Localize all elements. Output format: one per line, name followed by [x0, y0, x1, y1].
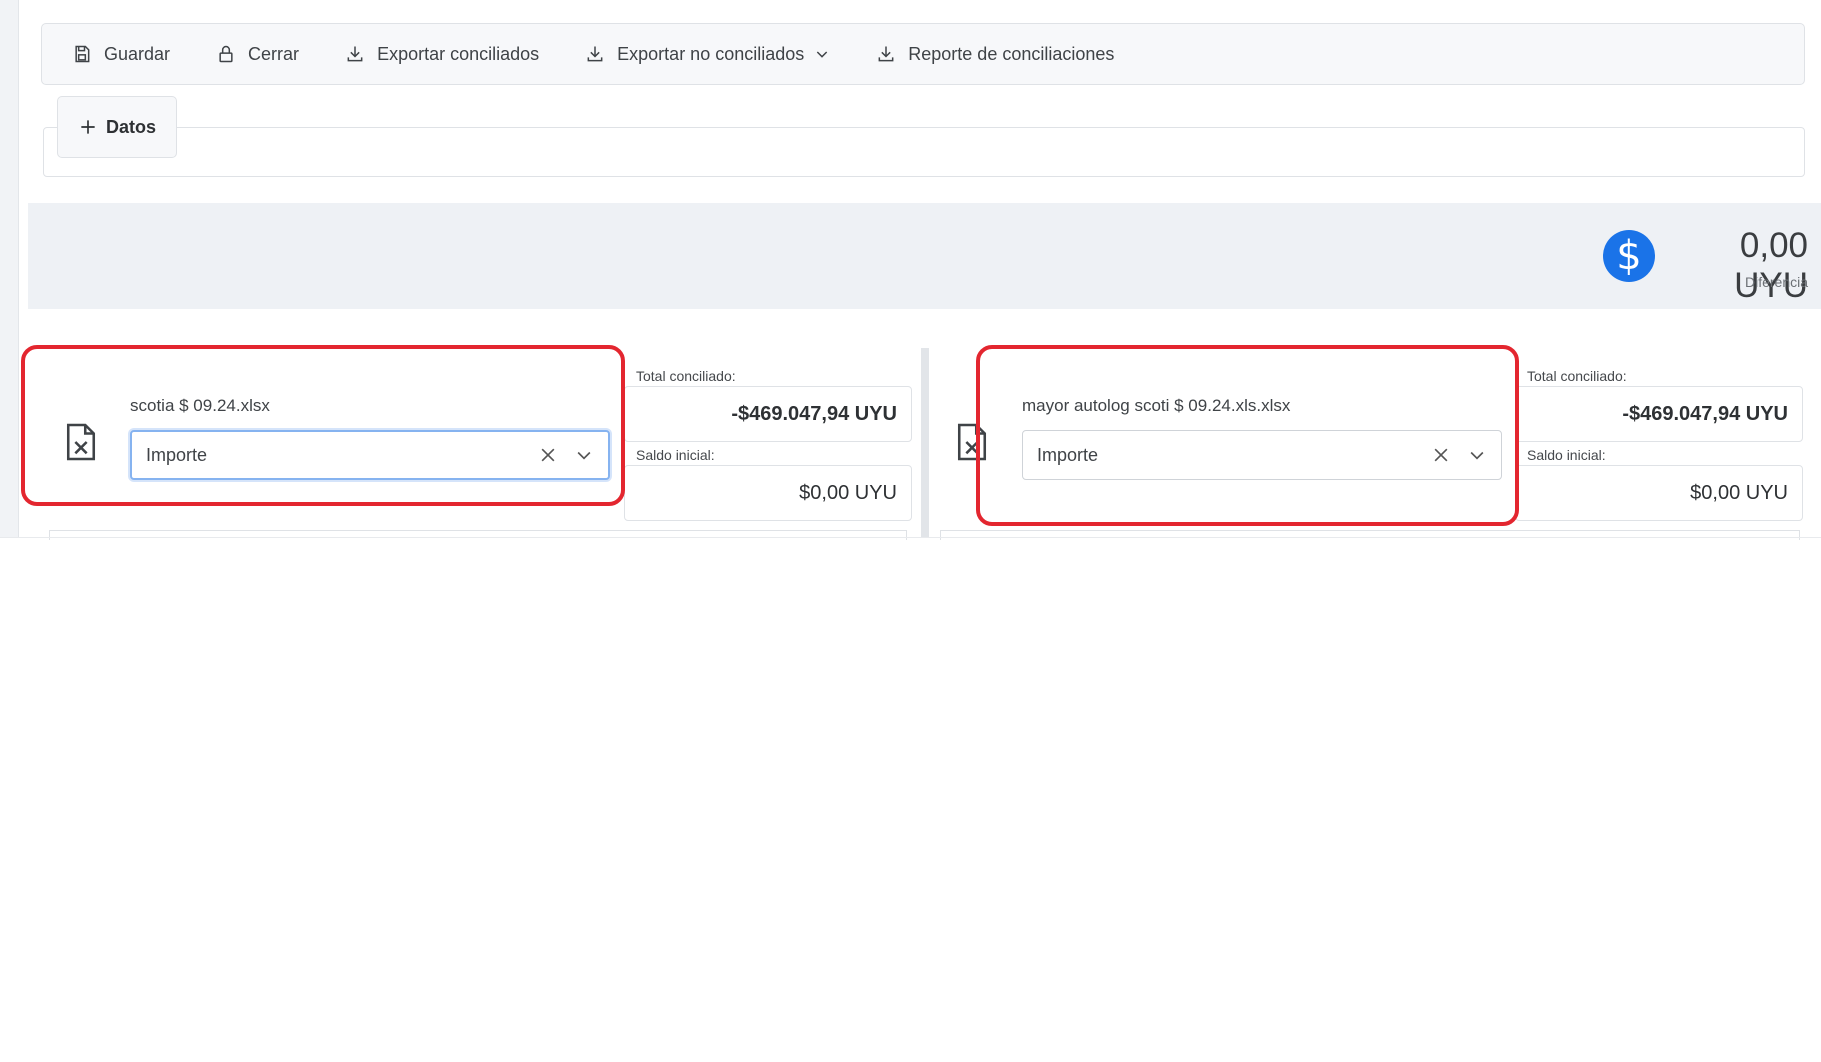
right-table-top — [940, 530, 1800, 540]
export-unreconciled-button[interactable]: Exportar no conciliados — [585, 44, 830, 65]
left-select-value: Importe — [146, 444, 208, 465]
reconciliation-report-button[interactable]: Reporte de conciliaciones — [876, 44, 1114, 65]
reconciliation-report-label: Reporte de conciliaciones — [908, 43, 1115, 64]
right-file-name: mayor autolog scoti $ 09.24.xls.xlsx — [1022, 396, 1291, 415]
save-button[interactable]: Guardar — [72, 44, 170, 65]
right-total-value: -$469.047,94 UYU — [1515, 386, 1803, 442]
export-unreconciled-label: Exportar no conciliados — [617, 43, 805, 64]
save-icon — [75, 45, 90, 63]
left-saldo-value: $0,00 UYU — [624, 465, 912, 521]
excel-file-icon — [66, 423, 96, 461]
download-icon — [587, 46, 603, 62]
toolbar: Guardar Cerrar Exportar conciliados Expo… — [41, 23, 1805, 85]
close-button[interactable]: Cerrar — [216, 44, 299, 65]
chevron-down-icon[interactable] — [814, 46, 830, 62]
chevron-down-icon[interactable] — [574, 445, 594, 465]
datos-label: Datos — [105, 116, 156, 137]
excel-file-icon — [957, 423, 987, 461]
difference-amount: 0,00 UYU — [1734, 226, 1808, 305]
close-label: Cerrar — [248, 43, 300, 64]
right-column-select[interactable]: Importe — [1022, 430, 1502, 480]
export-reconciled-button[interactable]: Exportar conciliados — [345, 44, 539, 65]
content-bottom-edge — [0, 537, 1821, 538]
left-column-select[interactable]: Importe — [130, 430, 610, 480]
lock-icon — [219, 45, 233, 63]
left-total-label: Total conciliado: — [636, 368, 736, 384]
left-sidebar-edge — [0, 0, 19, 537]
left-saldo-label: Saldo inicial: — [636, 447, 715, 463]
left-file-name: scotia $ 09.24.xlsx — [130, 396, 270, 415]
difference-label: Diferencia — [1744, 274, 1808, 290]
datos-tab[interactable]: Datos — [57, 96, 177, 158]
summary-band — [28, 203, 1821, 309]
clear-icon[interactable] — [538, 445, 558, 465]
datos-panel — [43, 127, 1805, 177]
download-icon — [878, 46, 894, 62]
right-saldo-value: $0,00 UYU — [1515, 465, 1803, 521]
right-select-value: Importe — [1037, 444, 1099, 465]
right-saldo-label: Saldo inicial: — [1527, 447, 1606, 463]
clear-icon[interactable] — [1431, 445, 1451, 465]
save-label: Guardar — [104, 43, 171, 64]
left-highlight-outline — [21, 345, 625, 506]
left-table-top — [49, 530, 907, 540]
plus-icon — [81, 120, 95, 134]
export-reconciled-label: Exportar conciliados — [377, 43, 540, 64]
right-total-label: Total conciliado: — [1527, 368, 1627, 384]
panel-divider — [921, 348, 929, 537]
left-total-value: -$469.047,94 UYU — [624, 386, 912, 442]
download-icon — [347, 46, 363, 62]
chevron-down-icon[interactable] — [1467, 445, 1487, 465]
